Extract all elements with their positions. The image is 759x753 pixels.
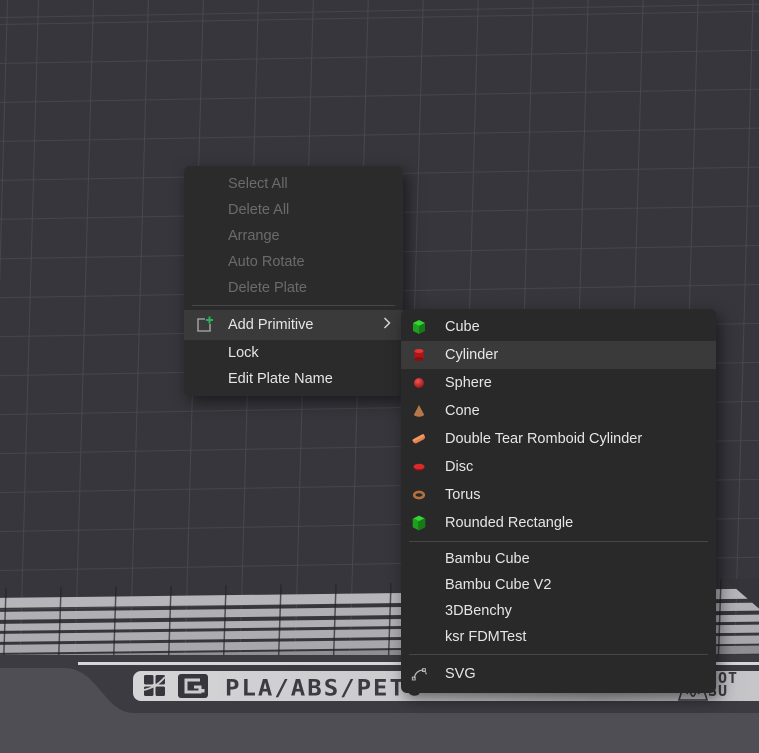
submenu-item-bambu-cube[interactable]: Bambu Cube (401, 546, 716, 572)
menu-separator (409, 654, 708, 655)
submenu-item-cube[interactable]: Cube (401, 313, 716, 341)
submenu-item-3dbenchy[interactable]: 3DBenchy (401, 598, 716, 624)
submenu-item-double-tear-romboid-cylinder[interactable]: Double Tear Romboid Cylinder (401, 425, 716, 453)
submenu-item-sphere[interactable]: Sphere (401, 369, 716, 397)
menu-item-label: Disc (445, 459, 704, 475)
menu-item-label: Delete Plate (228, 280, 391, 296)
cylinder-icon (411, 347, 427, 363)
rounded-rectangle-icon (411, 515, 427, 531)
menu-item-label: Double Tear Romboid Cylinder (445, 431, 704, 447)
cube-icon (411, 319, 427, 335)
submenu-item-bambu-cube-v2[interactable]: Bambu Cube V2 (401, 572, 716, 598)
menu-item-arrange[interactable]: Arrange (184, 223, 403, 249)
menu-item-label: Cone (445, 403, 704, 419)
menu-separator (192, 305, 395, 306)
cone-icon (411, 403, 427, 419)
menu-item-label: SVG (445, 666, 704, 682)
svg-bezier-icon (411, 666, 427, 682)
menu-item-label: Cylinder (445, 347, 704, 363)
menu-item-label: Rounded Rectangle (445, 515, 704, 531)
menu-item-label: Add Primitive (228, 317, 383, 333)
submenu-item-svg[interactable]: SVG (401, 659, 716, 689)
menu-item-delete-plate[interactable]: Delete Plate (184, 275, 403, 301)
menu-item-add-primitive[interactable]: Add Primitive (184, 310, 403, 340)
plate-g-logo-icon (178, 674, 208, 703)
submenu-item-cylinder[interactable]: Cylinder (401, 341, 716, 369)
menu-item-label: Bambu Cube V2 (445, 577, 704, 593)
menu-separator (409, 541, 708, 542)
viewport-3d[interactable]: PLA/ABS/PETG HOT SU Select All Delete Al… (0, 0, 759, 753)
plate-material-label: PLA/ABS/PETG (225, 675, 422, 701)
menu-item-label: Torus (445, 487, 704, 503)
submenu-item-torus[interactable]: Torus (401, 481, 716, 509)
plate-context-menu: Select All Delete All Arrange Auto Rotat… (184, 166, 403, 396)
menu-item-label: ksr FDMTest (445, 629, 704, 645)
menu-item-label: Select All (228, 176, 391, 192)
menu-item-edit-plate-name[interactable]: Edit Plate Name (184, 366, 403, 392)
plate-window-logo-icon (143, 674, 167, 703)
menu-item-label: Cube (445, 319, 704, 335)
menu-item-label: Bambu Cube (445, 551, 704, 567)
menu-item-select-all[interactable]: Select All (184, 171, 403, 197)
submenu-chevron-icon (383, 317, 391, 333)
romboid-cylinder-icon (411, 431, 427, 447)
menu-item-label: Lock (228, 345, 391, 361)
submenu-item-cone[interactable]: Cone (401, 397, 716, 425)
submenu-item-disc[interactable]: Disc (401, 453, 716, 481)
menu-item-label: Edit Plate Name (228, 371, 391, 387)
menu-item-label: Auto Rotate (228, 254, 391, 270)
add-primitive-submenu: Cube Cylinder Sphere (401, 309, 716, 693)
menu-item-auto-rotate[interactable]: Auto Rotate (184, 249, 403, 275)
menu-item-label: Arrange (228, 228, 391, 244)
menu-item-label: Sphere (445, 375, 704, 391)
menu-item-lock[interactable]: Lock (184, 340, 403, 366)
menu-item-delete-all[interactable]: Delete All (184, 197, 403, 223)
submenu-item-rounded-rectangle[interactable]: Rounded Rectangle (401, 509, 716, 537)
menu-item-label: 3DBenchy (445, 603, 704, 619)
submenu-item-ksr-fdmtest[interactable]: ksr FDMTest (401, 624, 716, 650)
menu-item-label: Delete All (228, 202, 391, 218)
torus-icon (411, 487, 427, 503)
disc-icon (411, 459, 427, 475)
add-primitive-icon (194, 315, 214, 335)
sphere-icon (411, 375, 427, 391)
